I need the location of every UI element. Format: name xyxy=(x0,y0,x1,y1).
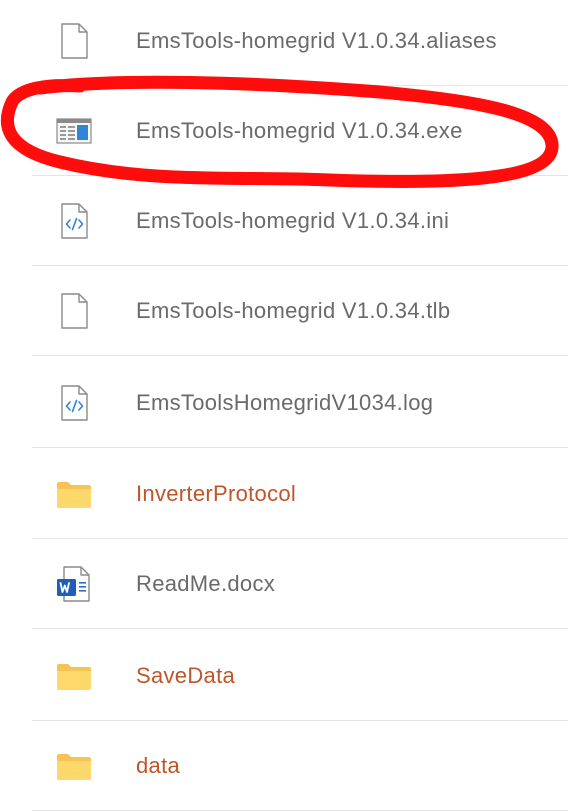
list-item-tlb-file[interactable]: EmsTools-homegrid V1.0.34.tlb xyxy=(32,266,568,356)
file-name: EmsTools-homegrid V1.0.34.tlb xyxy=(136,298,451,323)
code-file-icon xyxy=(54,201,94,241)
list-item-savedata-folder[interactable]: SaveData xyxy=(32,631,568,721)
file-name: EmsToolsHomegridV1034.log xyxy=(136,390,434,415)
list-item-data-folder[interactable]: data xyxy=(32,721,568,811)
folder-icon xyxy=(54,474,94,514)
file-name: EmsTools-homegrid V1.0.34.aliases xyxy=(136,28,497,53)
folder-name: SaveData xyxy=(136,663,236,688)
row-divider xyxy=(32,628,568,629)
list-item-log-file[interactable]: EmsToolsHomegridV1034.log xyxy=(32,358,568,448)
folder-icon xyxy=(54,746,94,786)
file-name: ReadMe.docx xyxy=(136,571,276,596)
file-name: EmsTools-homegrid V1.0.34.exe xyxy=(136,118,463,143)
file-name: EmsTools-homegrid V1.0.34.ini xyxy=(136,208,450,233)
folder-name: InverterProtocol xyxy=(136,481,297,506)
list-item-readme-file[interactable]: ReadMe.docx xyxy=(32,539,568,629)
list-item-inverterprotocol-folder[interactable]: InverterProtocol xyxy=(32,449,568,539)
document-icon xyxy=(54,291,94,331)
list-item-aliases-file[interactable]: EmsTools-homegrid V1.0.34.aliases xyxy=(32,0,568,86)
list-item-exe-file[interactable]: EmsTools-homegrid V1.0.34.exe xyxy=(32,86,568,176)
row-divider xyxy=(32,810,568,811)
row-divider xyxy=(32,447,568,448)
word-document-icon xyxy=(54,564,94,604)
file-browser-screen: EmsTools-homegrid V1.0.34.aliases EmsToo… xyxy=(0,0,568,812)
application-icon xyxy=(54,111,94,151)
code-file-icon xyxy=(54,383,94,423)
document-icon xyxy=(54,21,94,61)
folder-icon xyxy=(54,656,94,696)
row-divider xyxy=(32,355,568,356)
list-item-ini-file[interactable]: EmsTools-homegrid V1.0.34.ini xyxy=(32,176,568,266)
folder-name: data xyxy=(136,753,181,778)
